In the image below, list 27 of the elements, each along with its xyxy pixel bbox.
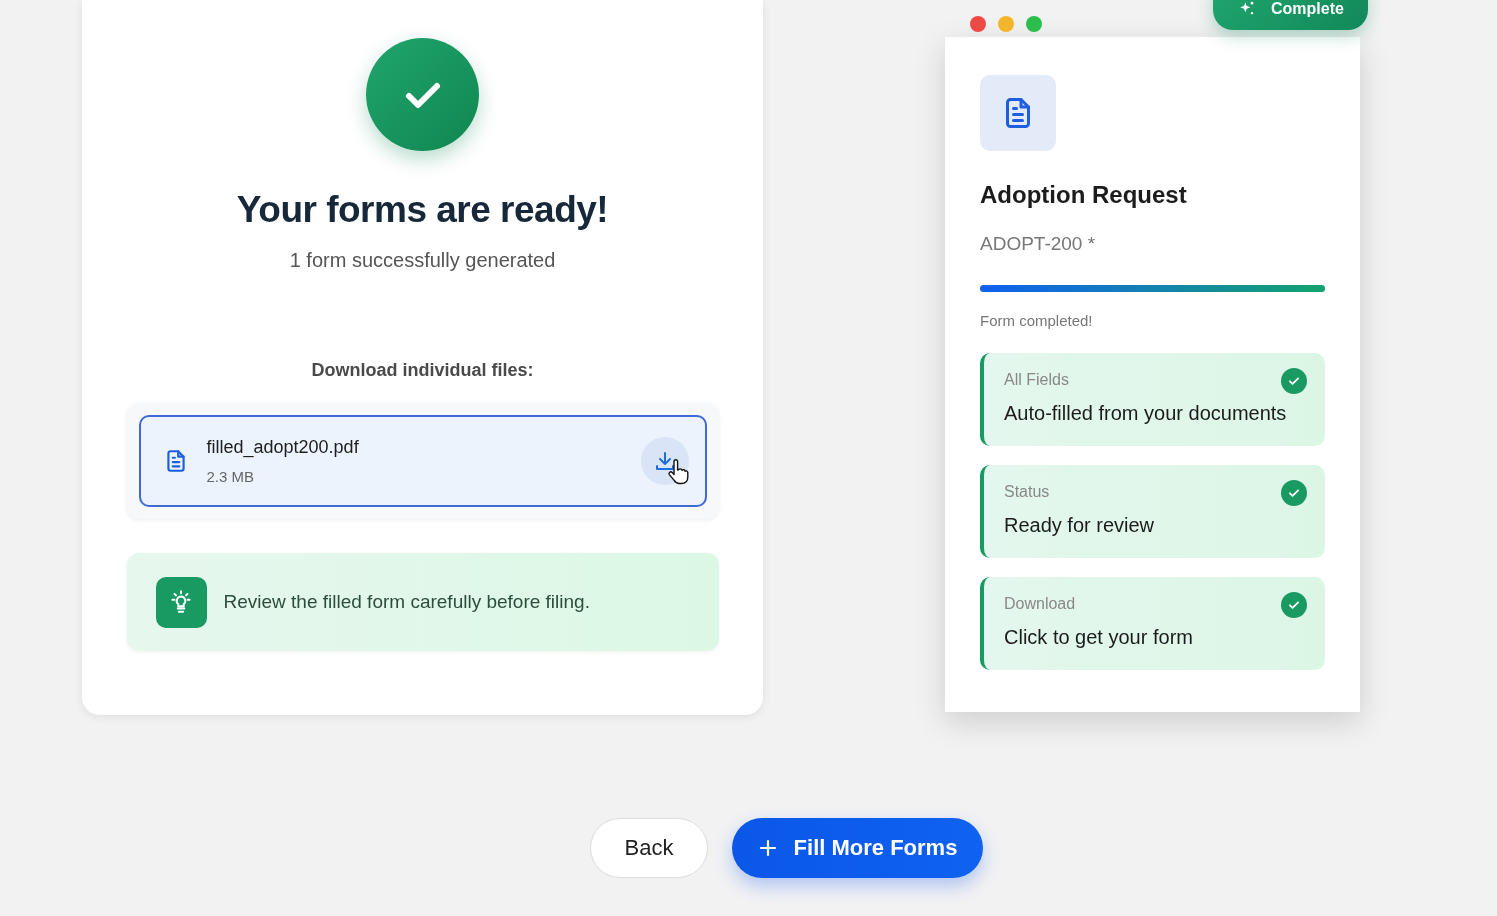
badge-label: Complete (1271, 0, 1344, 18)
close-dot[interactable] (970, 16, 986, 32)
back-button[interactable]: Back (590, 818, 708, 878)
status-label: Status (1004, 483, 1051, 501)
lightbulb-icon (155, 576, 207, 628)
tip-text: Review the filled form carefully before filing. (223, 591, 590, 613)
status-value: Auto-filled from your documents (1004, 402, 1288, 425)
download-button[interactable] (640, 437, 689, 485)
success-title: Your forms are ready! (236, 189, 609, 231)
file-row[interactable]: filled_adopt200.pdf 2.3 MB (138, 415, 707, 507)
fill-more-forms-button[interactable]: Fill More Forms (732, 818, 983, 878)
success-subtitle: 1 form successfully generated (289, 249, 556, 272)
status-label: All Fields (1004, 371, 1070, 389)
form-title: Adoption Request (980, 181, 1188, 209)
minimize-dot[interactable] (998, 16, 1014, 32)
plus-icon (757, 838, 778, 858)
form-code: ADOPT-200 * (980, 233, 1097, 255)
status-label: Download (1004, 595, 1077, 613)
maximize-dot[interactable] (1026, 16, 1042, 32)
file-size: 2.3 MB (206, 468, 256, 485)
status-value: Ready for review (1004, 514, 1156, 537)
status-value: Click to get your form (1004, 626, 1194, 649)
file-name: filled_adopt200.pdf (206, 437, 360, 458)
hand-cursor-icon (666, 459, 689, 485)
checkmark-icon (366, 38, 479, 151)
progress-caption: Form completed! (980, 312, 1094, 329)
downloads-heading: Download individual files: (311, 360, 534, 381)
